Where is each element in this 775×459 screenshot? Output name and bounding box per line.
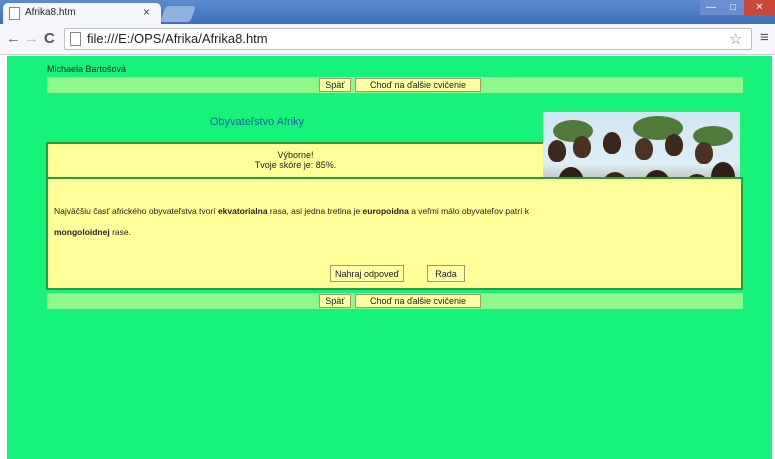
minimize-button[interactable]: — [700,0,722,15]
arrow-right-icon[interactable]: → [24,30,39,47]
answer-field[interactable]: ekvatorialna [218,206,268,216]
browser-tab[interactable]: Afrika8.htm × [3,3,161,24]
exercise-sentence: Najväčšiu časť afrického obyvateľstva tv… [54,201,534,243]
browser-toolbar: ← → C file:///E:/OPS/Afrika/Afrika8.htm … [0,24,775,55]
menu-icon[interactable]: ≡ [760,29,769,46]
answer-field[interactable]: mongoloidnej [54,227,110,237]
answer-field[interactable]: europoidna [363,206,409,216]
close-window-button[interactable]: ✕ [744,0,775,15]
result-title: Výborne! [277,150,314,160]
page-content: Michaela Bartošová Späť Choď na ďalšie c… [7,56,772,459]
sentence-text: rase. [109,227,131,237]
page-icon [70,32,81,46]
maximize-button[interactable]: □ [722,0,744,15]
arrow-left-icon[interactable]: ← [6,30,21,47]
hint-button[interactable]: Rada [427,265,465,282]
next-exercise-button[interactable]: Choď na ďalšie cvičenie [355,78,481,92]
address-bar[interactable]: file:///E:/OPS/Afrika/Afrika8.htm ☆ [64,28,752,50]
tab-title: Afrika8.htm [25,7,76,18]
reload-icon[interactable]: C [44,30,55,47]
page-icon [9,7,20,20]
result-panel: Výborne! Tvoje skóre je: 85%. [46,142,543,179]
star-icon[interactable]: ☆ [729,30,742,48]
back-button[interactable]: Späť [319,294,351,308]
sentence-text: Najväčšiu časť afrického obyvateľstva tv… [54,206,218,216]
nav-bar-bottom: Späť Choď na ďalšie cvičenie [47,293,743,309]
sentence-text: a veľmi málo obyvateľov patrí k [408,206,530,216]
new-tab-button[interactable] [160,6,196,22]
result-score: Tvoje skóre je: 85%. [254,160,337,170]
close-tab-icon[interactable]: × [143,5,150,19]
exercise-panel: Najväčšiu časť afrického obyvateľstva tv… [46,177,743,290]
window-titlebar: Afrika8.htm × — □ ✕ [0,0,775,24]
submit-answer-button[interactable]: Nahraj odpoveď [330,265,405,282]
url-text[interactable]: file:///E:/OPS/Afrika/Afrika8.htm [87,31,268,46]
sentence-text: rasa, asi jedna tretina je [267,206,363,216]
author-name: Michaela Bartošová [47,64,127,74]
nav-bar-top: Späť Choď na ďalšie cvičenie [47,77,743,93]
back-button[interactable]: Späť [319,78,351,92]
next-exercise-button[interactable]: Choď na ďalšie cvičenie [355,294,481,308]
page-title: Obyvateľstvo Afriky [209,116,305,128]
